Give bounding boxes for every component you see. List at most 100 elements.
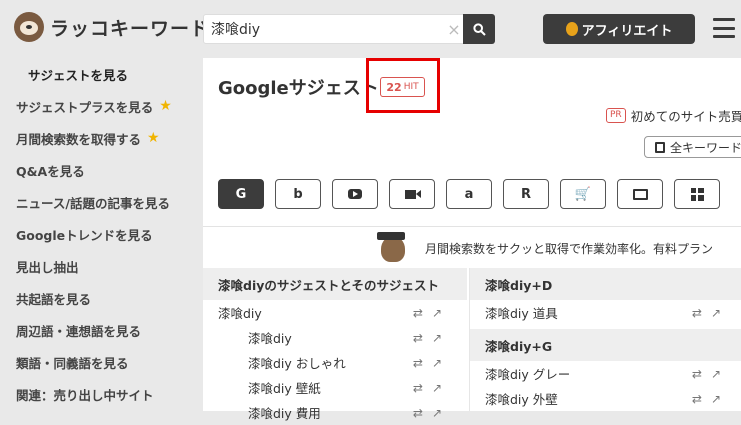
sidebar-item-monthly-volume[interactable]: 月間検索数を取得する ★ [0, 122, 200, 154]
retweet-icon[interactable]: ⇄ [413, 381, 423, 395]
keyword[interactable]: 漆喰diy 外壁 [485, 389, 683, 408]
money-bag-icon [565, 22, 578, 36]
affiliate-button[interactable]: アフィリエイト [543, 14, 695, 44]
retweet-icon[interactable]: ⇄ [413, 406, 423, 420]
external-link-icon[interactable]: ↗ [432, 331, 442, 345]
google-icon: G [235, 186, 247, 202]
retweet-icon[interactable]: ⇄ [692, 392, 702, 406]
suggest-column-right: 漆喰diy+D 漆喰diy 道具 ⇄ ↗ 漆喰diy+G 漆喰diy グレー ⇄ ↗ 漆… [469, 268, 741, 411]
suggest-column-left: 漆喰diyのサジェストとそのサジェスト 漆喰diy ⇄ ↗ 漆喰diy ⇄ ↗ 漆喰di… [203, 268, 467, 425]
tab-rakuten[interactable]: R [503, 179, 549, 209]
copy-label: 全キーワード [670, 140, 741, 155]
cart-icon: 🛒 [574, 186, 592, 202]
copy-icon [655, 141, 665, 153]
list-item[interactable]: 漆喰diy ⇄ ↗ [203, 325, 467, 350]
tab-shopping[interactable]: 🛒 [560, 179, 606, 209]
sidebar-item-suggest-plus[interactable]: サジェストプラスを見る ★ [0, 90, 200, 122]
sidebar-item-label: サジェストを見る [28, 67, 129, 83]
promo-text: 月間検索数をサクッと取得で作業効率化。有料プラン [425, 241, 714, 256]
external-link-icon[interactable]: ↗ [711, 392, 721, 406]
tab-youtube[interactable] [332, 179, 378, 209]
logo-text: ラッコキーワード [50, 17, 211, 40]
clear-icon[interactable]: × [444, 20, 464, 39]
sidebar-item-trends[interactable]: Googleトレンドを見る [0, 218, 200, 250]
sidebar-item-label: Googleトレンドを見る [16, 227, 153, 243]
sidebar-item-label: 周辺語・連想語を見る [16, 323, 142, 339]
keyword[interactable]: 漆喰diy 道具 [485, 303, 683, 322]
keyword[interactable]: 漆喰diy [248, 328, 404, 347]
column-header: 漆喰diyのサジェストとそのサジェスト [203, 268, 467, 300]
sidebar-item-label: ニュース/話題の記事を見る [16, 195, 170, 211]
list-item[interactable]: 漆喰diy 外壁 ⇄ ↗ [470, 386, 741, 411]
list-item[interactable]: 漆喰diy グレー ⇄ ↗ [470, 361, 741, 386]
external-link-icon[interactable]: ↗ [711, 367, 721, 381]
star-icon: ★ [159, 98, 172, 114]
list-item[interactable]: 漆喰diy 道具 ⇄ ↗ [470, 300, 741, 325]
column-header: 漆喰diy+G [470, 329, 741, 361]
keyword[interactable]: 漆喰diy 壁紙 [248, 378, 404, 397]
sidebar-item-synonyms[interactable]: 類語・同義語を見る [0, 346, 200, 378]
retweet-icon[interactable]: ⇄ [413, 331, 423, 345]
amazon-icon: a [464, 186, 474, 202]
bing-icon: b [293, 186, 303, 202]
pr-text: 初めてのサイト売買 [630, 109, 741, 124]
list-item[interactable]: 漆喰diy ⇄ ↗ [203, 300, 467, 325]
list-item[interactable]: 漆喰diy おしゃれ ⇄ ↗ [203, 350, 467, 375]
image-icon [632, 188, 648, 200]
external-link-icon[interactable]: ↗ [432, 381, 442, 395]
search-input[interactable]: 漆喰diy × [203, 14, 465, 44]
column-header: 漆喰diy+D [470, 268, 741, 300]
otter-logo-icon [14, 12, 44, 42]
sidebar-item-headings[interactable]: 見出し抽出 [0, 250, 200, 282]
search-button[interactable] [463, 14, 495, 44]
list-item[interactable]: 漆喰diy 壁紙 ⇄ ↗ [203, 375, 467, 400]
keyword[interactable]: 漆喰diy グレー [485, 364, 683, 383]
sidebar-item-label: サジェストプラスを見る [16, 99, 154, 115]
retweet-icon[interactable]: ⇄ [413, 306, 423, 320]
sidebar-item-label: Q&Aを見る [16, 163, 85, 179]
external-link-icon[interactable]: ↗ [432, 306, 442, 320]
retweet-icon[interactable]: ⇄ [692, 367, 702, 381]
copy-all-keywords-button[interactable]: 全キーワード [644, 136, 741, 158]
tab-apps[interactable] [674, 179, 720, 209]
tab-video[interactable] [389, 179, 435, 209]
sidebar-item-label: 月間検索数を取得する [16, 131, 142, 147]
highlight-box [366, 58, 440, 113]
promo-banner[interactable]: 月間検索数をサクッと取得で作業効率化。有料プラン [373, 232, 713, 264]
pr-banner[interactable]: PR 初めてのサイト売買 [606, 106, 741, 125]
sidebar-item-label: 関連：売り出し中サイト [16, 387, 154, 403]
sidebar-item-cooccurrence[interactable]: 共起語を見る [0, 282, 200, 314]
external-link-icon[interactable]: ↗ [711, 306, 721, 320]
sidebar-item-news[interactable]: ニュース/話題の記事を見る [0, 186, 200, 218]
sidebar-item-associated[interactable]: 周辺語・連想語を見る [0, 314, 200, 346]
retweet-icon[interactable]: ⇄ [692, 306, 702, 320]
list-item[interactable]: 漆喰diy 費用 ⇄ ↗ [203, 400, 467, 425]
sidebar-item-label: 類語・同義語を見る [16, 355, 129, 371]
sidebar-item-label: 見出し抽出 [16, 259, 79, 275]
retweet-icon[interactable]: ⇄ [413, 356, 423, 370]
sidebar: サジェストを見る サジェストプラスを見る ★ 月間検索数を取得する ★ Q&Aを見る… [0, 58, 200, 410]
star-icon: ★ [147, 130, 160, 146]
hamburger-menu-icon[interactable] [713, 18, 735, 38]
main-panel: Googleサジェスト PR 初めてのサイト売買 全キーワード G b a R … [203, 58, 741, 421]
tab-amazon[interactable]: a [446, 179, 492, 209]
tab-image[interactable] [617, 179, 663, 209]
tab-google[interactable]: G [218, 179, 264, 209]
sidebar-item-qa[interactable]: Q&Aを見る [0, 154, 200, 186]
site-logo[interactable]: ラッコキーワード [14, 12, 210, 42]
keyword[interactable]: 漆喰diy おしゃれ [248, 353, 404, 372]
search-icon [472, 22, 486, 36]
affiliate-label: アフィリエイト [581, 23, 673, 39]
video-camera-icon [404, 189, 421, 199]
sidebar-item-sites-for-sale[interactable]: 関連：売り出し中サイト [0, 378, 200, 410]
external-link-icon[interactable]: ↗ [432, 356, 442, 370]
external-link-icon[interactable]: ↗ [432, 406, 442, 420]
tab-bing[interactable]: b [275, 179, 321, 209]
sidebar-item-suggest[interactable]: サジェストを見る [0, 58, 200, 90]
keyword[interactable]: 漆喰diy 費用 [248, 403, 404, 422]
otter-mascot-icon [373, 232, 415, 264]
search-input-value[interactable]: 漆喰diy [211, 19, 444, 39]
keyword[interactable]: 漆喰diy [218, 303, 404, 322]
sidebar-item-label: 共起語を見る [16, 291, 92, 307]
top-bar: ラッコキーワード 漆喰diy × アフィリエイト [0, 0, 741, 58]
